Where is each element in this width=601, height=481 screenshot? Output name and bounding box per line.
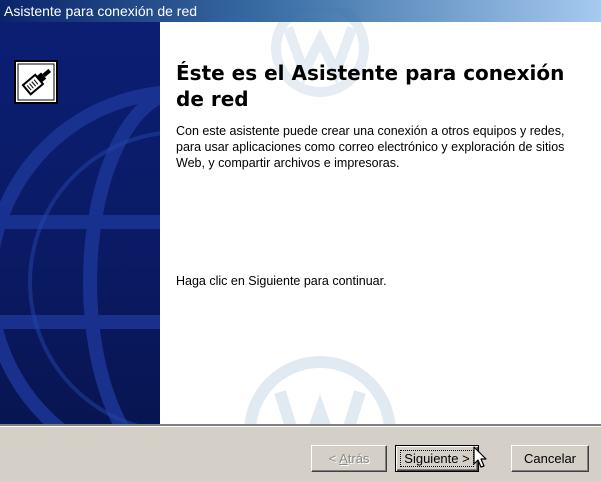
- back-button[interactable]: < Atrás: [311, 445, 387, 472]
- wizard-window: Asistente para conexión de red Éste es e…: [0, 0, 601, 481]
- wizard-side-panel: [0, 22, 160, 424]
- wizard-description: Con este asistente puede crear una conex…: [176, 124, 565, 170]
- wizard-footer: < Atrás Siguiente > Cancelar: [0, 427, 601, 481]
- cancel-button-label: Cancelar: [523, 450, 577, 466]
- continue-instruction: Haga clic en Siguiente para continuar.: [176, 274, 387, 288]
- back-button-prefix: <: [328, 450, 340, 466]
- wizard-content: Éste es el Asistente para conexión de re…: [160, 8, 601, 442]
- page-title: Éste es el Asistente para conexión de re…: [176, 61, 565, 111]
- window-title: Asistente para conexión de red: [4, 3, 198, 19]
- back-button-rest: trás: [347, 450, 370, 466]
- mouse-pointer-icon: [473, 446, 487, 468]
- next-button[interactable]: Siguiente >: [395, 445, 479, 472]
- cancel-button[interactable]: Cancelar: [511, 445, 589, 472]
- back-button-accelerator: A: [339, 450, 348, 466]
- focus-rect: [400, 450, 474, 467]
- network-cable-icon: [14, 60, 58, 104]
